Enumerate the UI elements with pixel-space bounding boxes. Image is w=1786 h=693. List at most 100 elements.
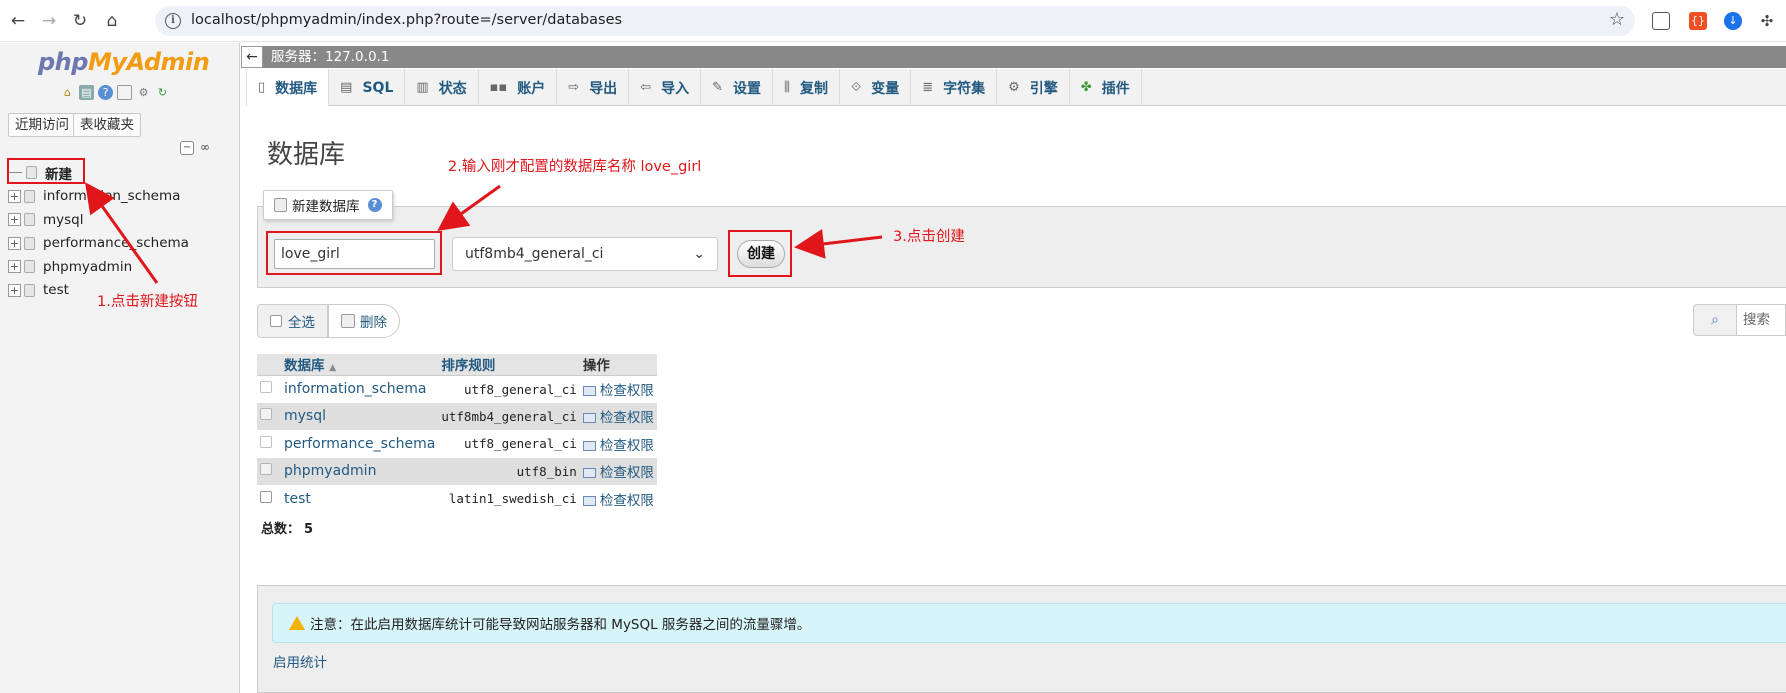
extension-red-icon[interactable]: {} [1689, 12, 1707, 30]
help-icon[interactable]: ? [367, 198, 382, 212]
tree-item-mysql[interactable]: + mysql [8, 208, 189, 232]
header-database[interactable]: 数据库 ▲ [281, 354, 439, 376]
search-input[interactable]: 搜索 [1737, 304, 1786, 336]
select-all-button[interactable]: 全选 [257, 304, 328, 338]
phpmyadmin-logo[interactable]: phpMyAdmin [38, 48, 210, 76]
tab-variables[interactable]: ⟐ 变量 [840, 69, 912, 106]
home-icon[interactable]: ⌂ [100, 9, 124, 33]
tab-charsets[interactable]: ≣ 字符集 [911, 69, 998, 106]
tree-item-performance-schema[interactable]: + performance_schema [8, 232, 189, 256]
site-info-icon[interactable]: i [165, 13, 181, 29]
tab-replication[interactable]: ⫼ 复制 [773, 69, 840, 106]
table-row: test latin1_swedish_ci 检查权限 [257, 485, 657, 513]
sql-icon: ▤ [340, 80, 353, 95]
tab-label: 插件 [1101, 80, 1130, 97]
database-icon [24, 283, 35, 297]
notice-banner: 注意：在此启用数据库统计可能导致网站服务器和 MySQL 服务器之间的流量骤增。 [272, 603, 1786, 643]
privileges-icon [582, 495, 596, 506]
tab-label: 字符集 [943, 80, 986, 97]
plugins-icon: ✤ [1080, 80, 1092, 95]
row-checkbox[interactable] [260, 408, 272, 421]
table-row: information_schema utf8_general_ci 检查权限 [257, 375, 657, 403]
notice-text: 注意：在此启用数据库统计可能导致网站服务器和 MySQL 服务器之间的流量骤增。 [310, 617, 811, 633]
create-database-legend: 新建数据库 ? [263, 190, 393, 220]
chevron-down-icon: ⌄ [693, 246, 705, 262]
tab-favorites[interactable]: 表收藏夹 [73, 113, 141, 137]
gear-icon[interactable]: ⚙ [136, 85, 151, 100]
check-privileges-label: 检查权限 [599, 492, 654, 509]
import-icon: ⇦ [640, 80, 652, 95]
expand-icon[interactable]: + [8, 189, 21, 203]
database-name-link[interactable]: test [281, 485, 439, 513]
database-name-link[interactable]: performance_schema [281, 430, 439, 458]
row-checkbox[interactable] [260, 490, 272, 503]
database-icon [24, 260, 35, 274]
help-icon[interactable]: ? [98, 85, 113, 100]
nav-quick-icons: ⌂ ▤ ? ⚙ ↻ [60, 85, 170, 100]
tree-item-phpmyadmin[interactable]: + phpmyadmin [8, 255, 189, 279]
check-privileges-link[interactable]: 检查权限 [579, 485, 657, 513]
tab-import[interactable]: ⇦ 导入 [629, 69, 702, 106]
delete-button[interactable]: 删除 [328, 304, 400, 338]
tab-export[interactable]: ⇨ 导出 [557, 69, 630, 106]
extensions-puzzle-icon[interactable]: ✣ [1758, 12, 1776, 30]
expand-icon[interactable]: + [8, 236, 21, 250]
check-privileges-link[interactable]: 检查权限 [579, 402, 657, 430]
database-name-link[interactable]: phpmyadmin [281, 457, 439, 485]
tree-item-label: performance_schema [43, 235, 189, 252]
check-privileges-link[interactable]: 检查权限 [579, 457, 657, 485]
reload-icon[interactable]: ↻ [68, 9, 92, 33]
logout-icon[interactable]: ▤ [79, 85, 94, 100]
main-tabs: ▯ 数据库 ▤ SQL ▥ 状态 ▪▪ 账户 ⇨ 导出 ⇦ 导入 ✎ 设置 ⫼ 复制 ⟐ 变量 ≣… [246, 69, 1786, 106]
tab-label: 复制 [799, 80, 828, 97]
database-icon [24, 189, 35, 203]
link-icon[interactable]: ∞ [198, 141, 212, 155]
tab-engines[interactable]: ⚙ 引擎 [997, 69, 1070, 106]
database-name-link[interactable]: mysql [281, 402, 439, 430]
replication-icon: ⫼ [784, 80, 790, 95]
row-checkbox[interactable] [260, 381, 272, 393]
tab-plugins[interactable]: ✤ 插件 [1070, 69, 1142, 106]
header-collation[interactable]: 排序规则 [438, 354, 580, 376]
check-privileges-label: 检查权限 [599, 437, 654, 454]
check-privileges-link[interactable]: 检查权限 [579, 430, 657, 458]
tab-label: 状态 [438, 80, 467, 97]
back-icon[interactable]: ← [6, 9, 30, 33]
collation-select[interactable]: utf8mb4_general_ci ⌄ [452, 237, 718, 271]
extension-download-icon[interactable]: ↓ [1724, 12, 1742, 30]
tab-sql[interactable]: ▤ SQL [329, 69, 406, 106]
new-database-icon [274, 198, 287, 212]
tree-item-information-schema[interactable]: + information_schema [8, 185, 189, 209]
settings-icon: ✎ [712, 80, 723, 95]
enable-statistics-link[interactable]: 启用统计 [273, 651, 327, 671]
row-checkbox[interactable] [260, 463, 272, 476]
select-all-checkbox[interactable] [270, 315, 282, 327]
address-bar[interactable]: i localhost/phpmyadmin/index.php?route=/… [155, 6, 1635, 36]
forward-icon[interactable]: → [37, 9, 61, 33]
bookmark-star-icon[interactable]: ☆ [1609, 9, 1625, 30]
expand-icon[interactable]: + [8, 213, 21, 227]
tab-recent[interactable]: 近期访问 [8, 113, 76, 137]
collapse-all-icon[interactable]: − [180, 141, 194, 155]
home-icon[interactable]: ⌂ [60, 85, 75, 100]
refresh-icon[interactable]: ↻ [155, 85, 170, 100]
expand-icon[interactable]: + [8, 260, 21, 274]
server-label[interactable]: 服务器：127.0.0.1 [271, 46, 389, 68]
tab-accounts[interactable]: ▪▪ 账户 [479, 69, 558, 106]
tab-settings[interactable]: ✎ 设置 [701, 69, 773, 106]
row-checkbox[interactable] [260, 435, 272, 448]
variables-icon: ⟐ [850, 80, 862, 95]
docs-icon[interactable] [117, 85, 132, 100]
tree-item-label: mysql [43, 211, 84, 228]
toggle-nav-icon[interactable]: ← [241, 46, 263, 68]
tab-databases[interactable]: ▯ 数据库 [246, 69, 330, 106]
tab-status[interactable]: ▥ 状态 [405, 69, 479, 106]
warning-icon [289, 616, 305, 630]
database-icon: ▯ [258, 80, 266, 95]
table-row: phpmyadmin utf8_bin 检查权限 [257, 457, 657, 485]
check-privileges-link[interactable]: 检查权限 [579, 375, 657, 403]
tab-search-icon[interactable] [1652, 12, 1670, 30]
database-filter: ⌕ 搜索 [1693, 304, 1786, 336]
database-name-link[interactable]: information_schema [281, 375, 439, 403]
expand-icon[interactable]: + [8, 283, 21, 297]
